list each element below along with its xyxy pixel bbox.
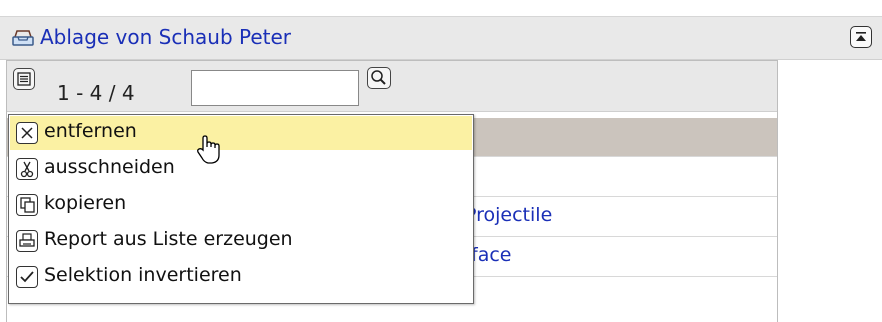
menu-item-entfernen[interactable]: entfernen	[10, 116, 472, 150]
collapse-up-icon	[856, 32, 866, 41]
context-menu: entfernen ausschneiden kopieren Report a…	[8, 114, 474, 304]
hand-cursor-icon	[196, 134, 224, 166]
list-toolbar: 1 - 4 / 4	[7, 61, 777, 112]
printer-icon	[16, 230, 38, 252]
tray-icon	[12, 29, 34, 47]
menu-item-label: entfernen	[44, 120, 137, 142]
x-box-icon	[16, 122, 38, 144]
menu-item-kopieren[interactable]: kopieren	[10, 188, 472, 222]
search-input[interactable]	[191, 70, 359, 106]
list-menu-button[interactable]	[13, 68, 35, 90]
menu-item-invertieren[interactable]: Selektion invertieren	[10, 260, 472, 294]
checkmark-icon	[16, 266, 38, 288]
storage-header: Ablage von Schaub Peter	[0, 16, 882, 60]
record-count: 1 - 4 / 4	[57, 81, 135, 105]
menu-item-label: Selektion invertieren	[44, 264, 242, 286]
storage-title[interactable]: Ablage von Schaub Peter	[40, 25, 291, 49]
table-row-link[interactable]: Projectile	[465, 204, 552, 226]
menu-item-label: ausschneiden	[44, 156, 175, 178]
table-row-link[interactable]: face	[471, 244, 511, 266]
collapse-button[interactable]	[850, 26, 872, 48]
menu-item-report[interactable]: Report aus Liste erzeugen	[10, 224, 472, 258]
search-button[interactable]	[367, 67, 391, 89]
list-icon	[17, 72, 31, 86]
menu-item-label: kopieren	[44, 192, 127, 214]
search-icon	[371, 70, 386, 85]
scissors-icon	[16, 158, 38, 180]
menu-item-ausschneiden[interactable]: ausschneiden	[10, 152, 472, 186]
menu-item-label: Report aus Liste erzeugen	[44, 228, 293, 250]
copy-icon	[16, 194, 38, 216]
